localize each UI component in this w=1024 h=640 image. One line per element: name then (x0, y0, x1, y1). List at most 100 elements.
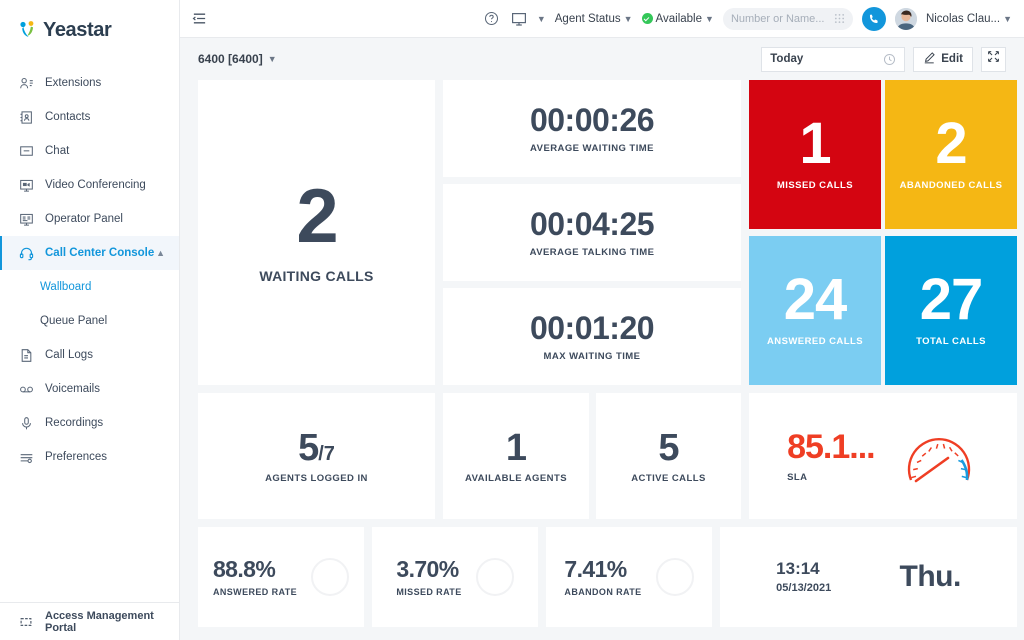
app-root: Yeastar Extensions (0, 0, 1024, 640)
max-waiting-time-label: MAX WAITING TIME (544, 351, 641, 362)
card-sla[interactable]: 85.1... SLA (749, 393, 1017, 519)
yeastar-logo-icon (18, 19, 40, 41)
desktop-monitor-icon[interactable] (510, 10, 528, 28)
card-missed-calls[interactable]: 1 MISSED CALLS (749, 80, 881, 229)
active-calls-label: ACTIVE CALLS (631, 473, 706, 484)
card-total-calls[interactable]: 27 TOTAL CALLS (885, 236, 1017, 385)
card-answered-rate[interactable]: 88.8% ANSWERED RATE (198, 527, 364, 627)
available-agents-label: AVAILABLE AGENTS (465, 473, 567, 484)
sidebar-subitem-label: Queue Panel (40, 315, 107, 327)
fullscreen-icon (987, 50, 1000, 68)
user-menu[interactable]: Nicolas Clau... ▼ (926, 13, 1012, 25)
date-range-picker[interactable]: Today (761, 47, 905, 72)
sidebar-footer-label: Access Management Portal (45, 610, 179, 634)
sidebar-item-label: Recordings (45, 417, 103, 429)
video-monitor-icon (18, 177, 34, 193)
keypad-icon[interactable] (834, 13, 845, 24)
top-header: ▼ Agent Status ▼ Available ▼ (180, 0, 1024, 38)
card-waiting-calls[interactable]: 2 WAITING CALLS (198, 80, 435, 385)
external-window-icon (18, 614, 34, 630)
answered-calls-label: ANSWERED CALLS (767, 336, 863, 347)
chevron-down-icon: ▼ (705, 14, 714, 24)
clock-text-block: 13:14 05/13/2021 (776, 560, 831, 594)
sidebar-subitem-label: Wallboard (40, 281, 91, 293)
missed-calls-value: 1 (799, 118, 830, 170)
chevron-up-icon[interactable]: ▲ (156, 248, 165, 258)
sidebar-item-wallboard[interactable]: Wallboard (0, 270, 179, 304)
card-average-talking-time[interactable]: 00:04:25 AVERAGE TALKING TIME (443, 184, 741, 281)
abandon-rate-ring (656, 558, 694, 596)
abandoned-calls-value: 2 (935, 118, 966, 170)
clock-day: Thu. (900, 560, 961, 594)
active-calls-value: 5 (658, 429, 678, 467)
sidebar-item-call-center-console[interactable]: Call Center Console ▲ (0, 236, 179, 270)
monitor-dropdown-caret-icon[interactable]: ▼ (537, 14, 546, 24)
avatar[interactable] (895, 8, 917, 30)
card-active-calls[interactable]: 5 ACTIVE CALLS (596, 393, 741, 519)
agent-status-label: Agent Status (555, 13, 621, 25)
clock-date: 05/13/2021 (776, 582, 831, 594)
total-calls-value: 27 (920, 274, 983, 326)
operator-monitor-icon (18, 211, 34, 227)
card-abandoned-calls[interactable]: 2 ABANDONED CALLS (885, 80, 1017, 229)
card-missed-rate[interactable]: 3.70% MISSED RATE (372, 527, 538, 627)
sidebar-item-operator-panel[interactable]: Operator Panel (0, 202, 179, 236)
answered-rate-ring (311, 558, 349, 596)
gauge-icon (899, 418, 979, 495)
presence-label: Available (656, 13, 702, 25)
sidebar-item-contacts[interactable]: Contacts (0, 100, 179, 134)
brand-name: Yeastar (43, 19, 111, 42)
sla-value: 85.1... (787, 430, 875, 464)
card-answered-calls[interactable]: 24 ANSWERED CALLS (749, 236, 881, 385)
card-clock[interactable]: 13:14 05/13/2021 Thu. (720, 527, 1017, 627)
fullscreen-button[interactable] (981, 47, 1006, 72)
agents-logged-in-label: AGENTS LOGGED IN (265, 473, 368, 484)
dialer-search-box[interactable] (723, 8, 853, 30)
missed-rate-value: 3.70% (396, 558, 461, 581)
sidebar-item-video-conferencing[interactable]: Video Conferencing (0, 168, 179, 202)
edit-label: Edit (941, 53, 963, 65)
sidebar-item-label: Call Logs (45, 349, 93, 361)
card-abandon-rate[interactable]: 7.41% ABANDON RATE (546, 527, 712, 627)
extension-selector[interactable]: 6400 [6400] ▼ (198, 52, 277, 66)
chevron-down-icon: ▼ (1003, 14, 1012, 24)
card-max-waiting-time[interactable]: 00:01:20 MAX WAITING TIME (443, 288, 741, 385)
collapse-sidebar-icon[interactable] (190, 10, 208, 28)
chat-icon (18, 143, 34, 159)
voicemail-icon (18, 381, 34, 397)
sidebar-item-call-logs[interactable]: Call Logs (0, 338, 179, 372)
abandon-rate-text: 7.41% ABANDON RATE (564, 558, 641, 597)
edit-button[interactable]: Edit (913, 47, 973, 72)
presence-dropdown[interactable]: Available ▼ (642, 13, 714, 25)
brand-logo: Yeastar (0, 8, 179, 52)
wallboard-toolbar: 6400 [6400] ▼ Today (180, 38, 1024, 80)
sidebar-item-label: Extensions (45, 77, 101, 89)
date-range-value: Today (770, 53, 803, 65)
sidebar-item-recordings[interactable]: Recordings (0, 406, 179, 440)
help-circle-icon[interactable] (483, 10, 501, 28)
dialer-input[interactable] (731, 13, 830, 25)
chevron-down-icon: ▼ (624, 14, 633, 24)
card-average-waiting-time[interactable]: 00:00:26 AVERAGE WAITING TIME (443, 80, 741, 177)
card-agents-logged-in[interactable]: 5/7 AGENTS LOGGED IN (198, 393, 435, 519)
answered-rate-value: 88.8% (213, 558, 297, 581)
access-management-portal-link[interactable]: Access Management Portal (0, 602, 179, 640)
pencil-icon (923, 51, 936, 67)
sidebar-item-label: Call Center Console (45, 247, 154, 259)
sidebar-item-extensions[interactable]: Extensions (0, 66, 179, 100)
document-icon (18, 347, 34, 363)
headset-icon (18, 245, 34, 261)
sidebar-item-voicemails[interactable]: Voicemails (0, 372, 179, 406)
sidebar-item-preferences[interactable]: Preferences (0, 440, 179, 474)
sidebar-item-queue-panel[interactable]: Queue Panel (0, 304, 179, 338)
agent-status-dropdown[interactable]: Agent Status ▼ (555, 13, 633, 25)
wallboard-grid: 2 WAITING CALLS 00:00:26 AVERAGE WAITING… (198, 80, 1024, 634)
phone-call-icon[interactable] (862, 7, 886, 31)
main-area: ▼ Agent Status ▼ Available ▼ (180, 0, 1024, 640)
chevron-down-icon: ▼ (268, 54, 277, 64)
average-talking-time-label: AVERAGE TALKING TIME (530, 247, 655, 258)
missed-calls-label: MISSED CALLS (777, 180, 853, 191)
sidebar-item-chat[interactable]: Chat (0, 134, 179, 168)
total-calls-label: TOTAL CALLS (916, 336, 986, 347)
card-available-agents[interactable]: 1 AVAILABLE AGENTS (443, 393, 589, 519)
